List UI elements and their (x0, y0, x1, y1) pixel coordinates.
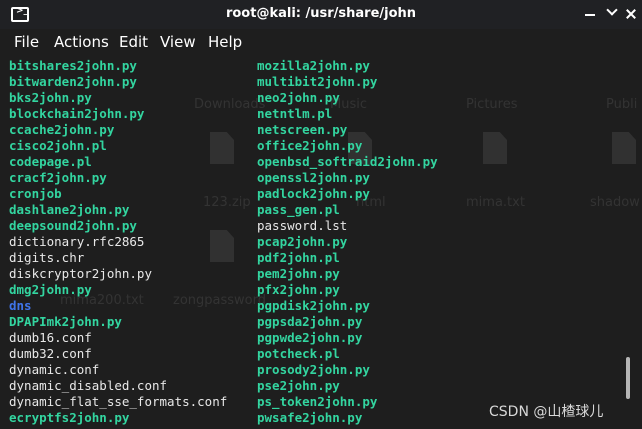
file-entry: dynamic_disabled.conf (9, 378, 168, 393)
file-entry: openssl2john.py (257, 170, 370, 185)
file-entry: dynamic.conf (9, 362, 100, 377)
close-button[interactable] (624, 7, 638, 21)
file-entry: neo2john.py (257, 90, 340, 105)
ghost-label: mima.txt (466, 195, 525, 210)
file-entry: pgpsda2john.py (257, 314, 363, 329)
terminal-scrollbar[interactable] (626, 357, 630, 399)
menu-actions[interactable]: Actions (54, 33, 109, 51)
file-entry: office2john.py (257, 138, 363, 153)
file-entry: netntlm.pl (257, 106, 333, 121)
file-entry: dynamic_flat_sse_formats.conf (9, 394, 228, 409)
menu-file[interactable]: File (14, 33, 39, 51)
maximize-button[interactable] (604, 7, 618, 21)
ghost-file-icon (483, 132, 507, 164)
file-entry: codepage.pl (9, 154, 92, 169)
file-entry: dashlane2john.py (9, 202, 130, 217)
file-entry: padlock2john.py (257, 186, 370, 201)
file-entry: pdf2john.pl (257, 250, 340, 265)
window-title: root@kali: /usr/share/john (225, 6, 417, 21)
file-entry: pass_gen.pl (257, 202, 340, 217)
file-entry: deepsound2john.py (9, 218, 137, 233)
file-entry: bitshares2john.py (9, 58, 137, 73)
minimize-button[interactable] (583, 7, 597, 21)
file-entry: pfx2john.py (257, 282, 340, 297)
file-entry: cronjob (9, 186, 62, 201)
file-entry: dumb32.conf (9, 346, 92, 361)
ghost-label: shadow (590, 195, 640, 210)
file-entry: pem2john.py (257, 266, 340, 281)
file-entry: digits.chr (9, 250, 85, 265)
file-entry: pgpwde2john.py (257, 330, 363, 345)
ghost-label: Pictures (466, 97, 518, 112)
terminal-output[interactable]: Downloads Music Pictures Publi 123.zip h… (0, 56, 642, 429)
file-entry: netscreen.py (257, 122, 348, 137)
menu-bar: File Actions Edit View Help (0, 29, 642, 56)
file-entry: cisco2john.pl (9, 138, 107, 153)
file-entry: diskcryptor2john.py (9, 266, 152, 281)
file-entry: bks2john.py (9, 90, 92, 105)
listing-right-column: mozilla2john.py multibit2john.py neo2john.… (257, 58, 438, 426)
menu-help[interactable]: Help (208, 33, 242, 51)
file-entry: cracf2john.py (9, 170, 107, 185)
window-titlebar[interactable]: >_ root@kali: /usr/share/john (0, 0, 642, 29)
file-entry: bitwarden2john.py (9, 74, 137, 89)
file-entry: pwsafe2john.py (257, 410, 363, 425)
file-entry: ps_token2john.py (257, 394, 378, 409)
file-entry: dns (9, 298, 32, 313)
file-entry: blockchain2john.py (9, 106, 145, 121)
file-entry: pcap2john.py (257, 234, 348, 249)
ghost-file-icon (612, 132, 636, 164)
menu-edit[interactable]: Edit (119, 33, 148, 51)
file-entry: ccache2john.py (9, 122, 115, 137)
listing-left-column: bitshares2john.py bitwarden2john.py bks2jo… (9, 58, 227, 426)
menu-view[interactable]: View (160, 33, 196, 51)
csdn-watermark: CSDN @山楂球儿 (489, 404, 604, 420)
file-entry: openbsd_softraid2john.py (257, 154, 438, 169)
file-entry: dumb16.conf (9, 330, 92, 345)
file-entry: pse2john.py (257, 378, 340, 393)
file-entry: potcheck.pl (257, 346, 340, 361)
file-entry: prosody2john.py (257, 362, 370, 377)
file-entry: DPAPImk2john.py (9, 314, 122, 329)
ghost-label: Publi (606, 97, 638, 112)
file-entry: password.lst (257, 218, 348, 233)
file-entry: mozilla2john.py (257, 58, 370, 73)
file-entry: multibit2john.py (257, 74, 378, 89)
file-entry: ecryptfs2john.py (9, 410, 130, 425)
file-entry: dictionary.rfc2865 (9, 234, 145, 249)
file-entry: dmg2john.py (9, 282, 92, 297)
file-entry: pgpdisk2john.py (257, 298, 370, 313)
